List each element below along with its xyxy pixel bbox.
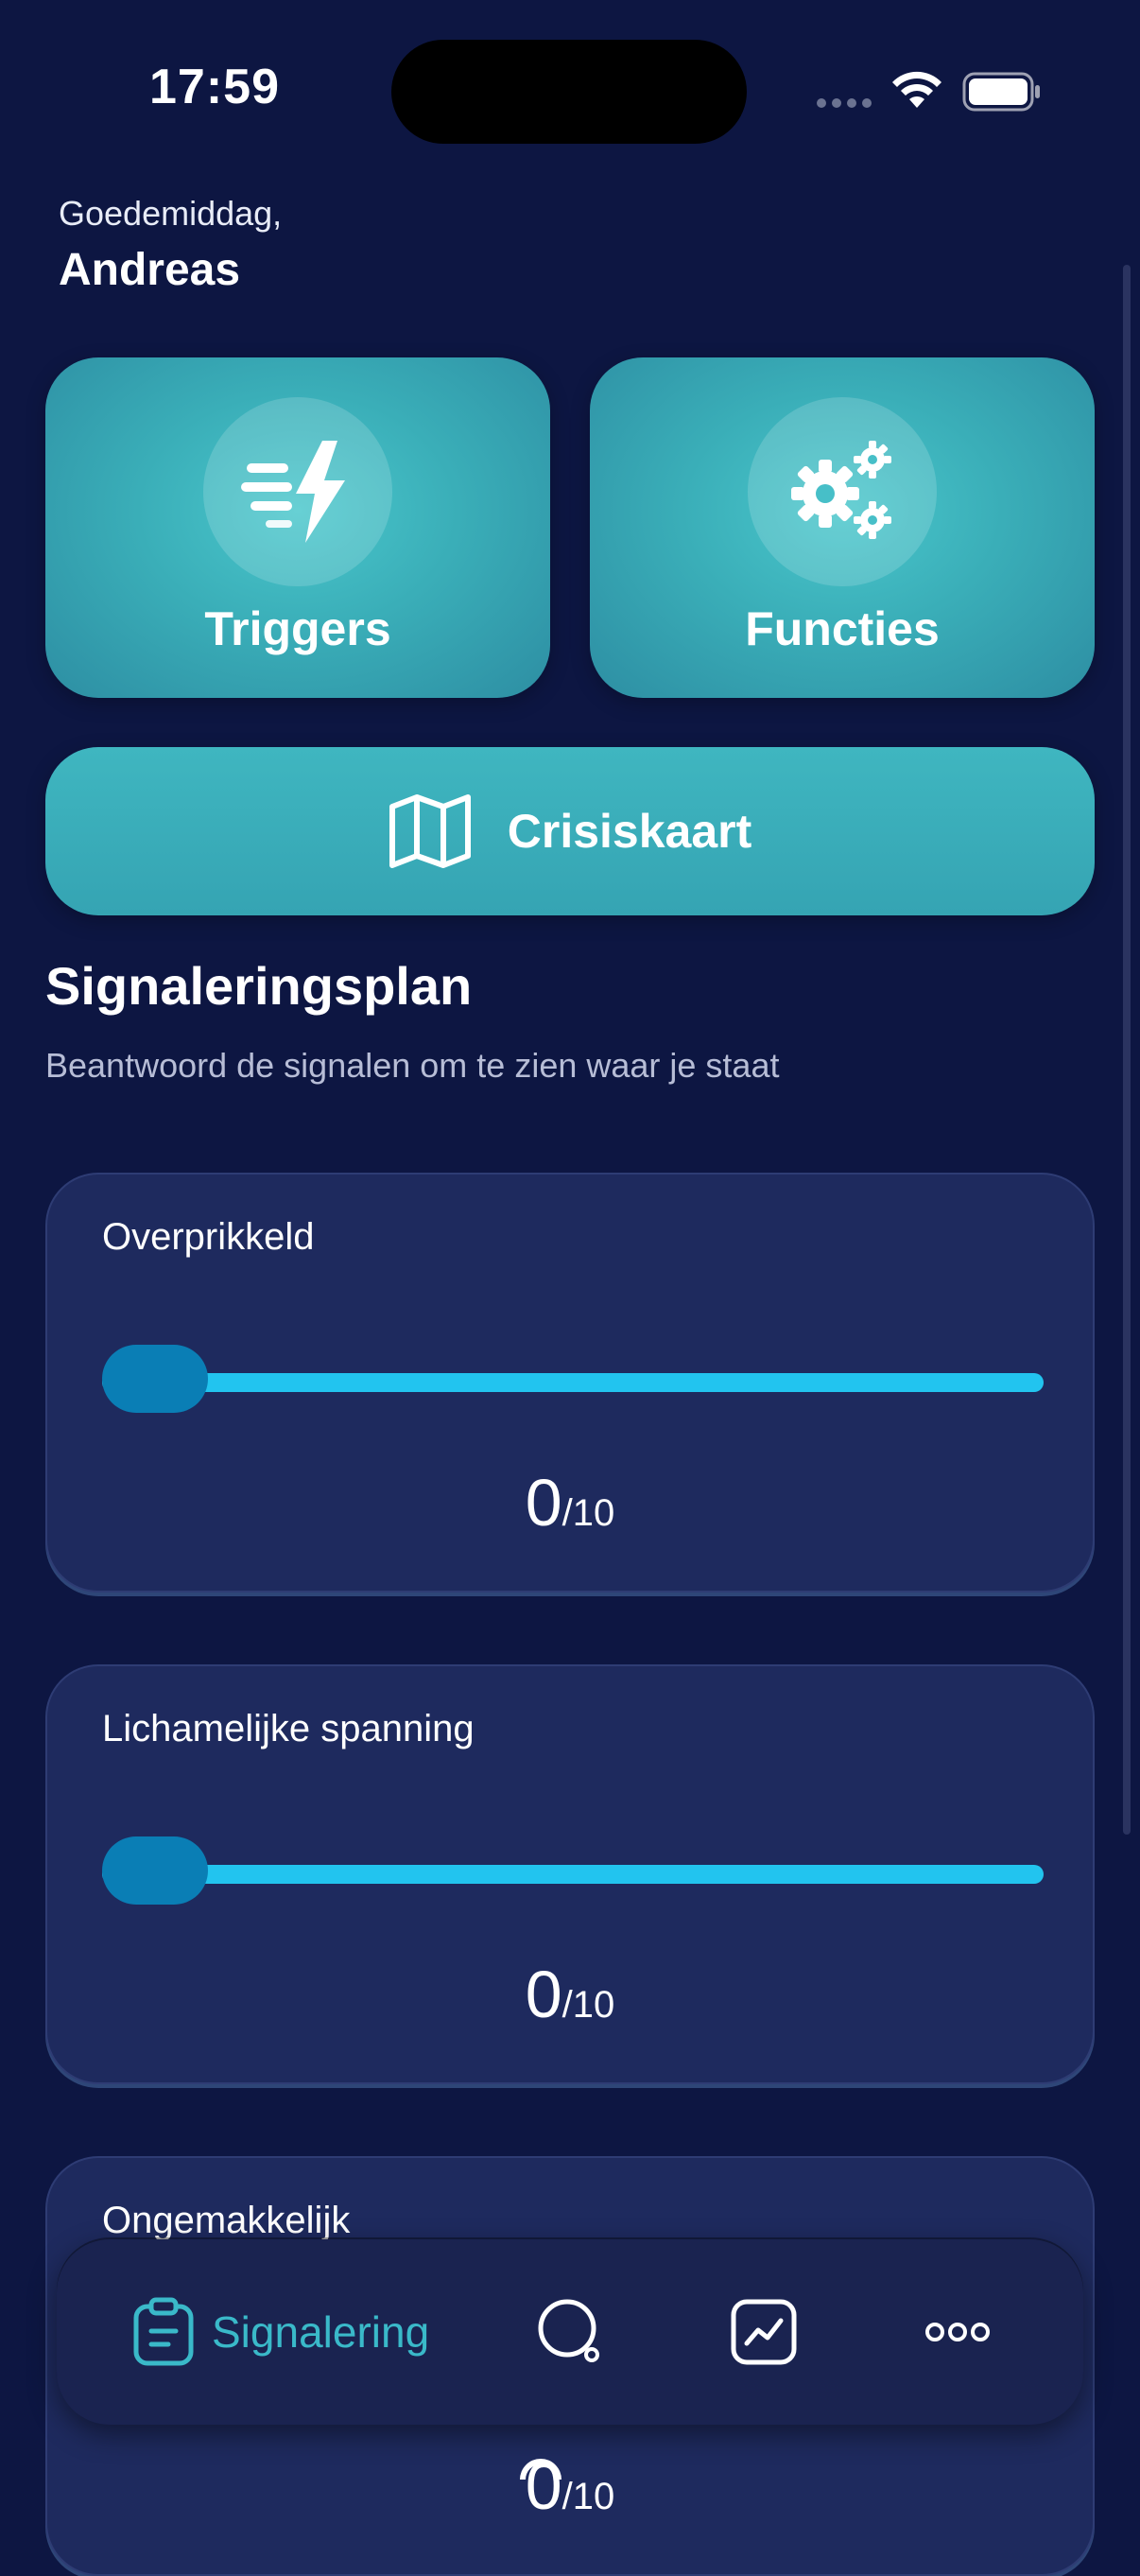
nav-chart[interactable]: [730, 2239, 798, 2425]
triggers-icon-circle: [203, 397, 392, 586]
signal-score-value: 0: [525, 1466, 562, 1540]
signal-card: Overprikkeld 0/10: [45, 1173, 1095, 1593]
nav-signalering[interactable]: Signalering: [132, 2239, 429, 2425]
section-title: Signaleringsplan: [45, 956, 473, 1016]
more-icon: [925, 2323, 990, 2341]
triggers-tile[interactable]: Triggers: [45, 357, 550, 698]
section-subtitle: Beantwoord de signalen om te zien waar j…: [45, 1046, 780, 1085]
dynamic-island: [391, 40, 747, 144]
signal-slider-track[interactable]: [102, 1865, 1044, 1884]
functies-icon-circle: [748, 397, 937, 586]
signal-card: Lichamelijke spanning 0/10: [45, 1664, 1095, 2084]
nav-search[interactable]: [535, 2239, 607, 2425]
lightning-speed-icon: [241, 441, 345, 543]
signal-label: Lichamelijke spanning: [102, 1708, 475, 1749]
functies-label: Functies: [745, 602, 940, 655]
bottom-navigation: Signalering: [57, 2239, 1083, 2425]
signal-label: Overprikkeld: [102, 1216, 315, 1258]
cellular-signal-icon: [817, 98, 872, 108]
battery-icon: [962, 72, 1040, 112]
gears-icon: [791, 441, 891, 539]
map-icon: [389, 794, 471, 868]
chart-icon: [731, 2299, 797, 2365]
signal-score-value: 0: [525, 1958, 562, 2031]
signal-score: 0/10: [47, 1961, 1093, 2028]
clipboard-icon: [133, 2297, 194, 2366]
signal-slider-thumb[interactable]: [102, 1345, 208, 1413]
search-icon: [538, 2299, 599, 2362]
signal-score: 0/10: [47, 2453, 1093, 2519]
crisiskaart-button[interactable]: Crisiskaart: [45, 747, 1095, 915]
signal-score: 0/10: [47, 1470, 1093, 1536]
nav-signalering-label: Signalering: [212, 2307, 430, 2357]
user-name: Andreas: [59, 245, 241, 295]
signal-slider-track[interactable]: [102, 1373, 1044, 1392]
signal-score-max: /10: [561, 1984, 615, 2026]
functies-tile[interactable]: Functies: [590, 357, 1095, 698]
triggers-label: Triggers: [204, 602, 391, 655]
nav-more[interactable]: [924, 2239, 991, 2425]
greeting-text: Goedemiddag,: [59, 194, 283, 233]
status-time: 17:59: [149, 60, 280, 114]
wifi-icon: [892, 71, 941, 108]
crisiskaart-label: Crisiskaart: [507, 805, 752, 858]
scroll-indicator[interactable]: [1123, 265, 1131, 1835]
signal-score-max: /10: [561, 2476, 615, 2517]
signal-label: Ongemakkelijk: [102, 2200, 351, 2241]
signal-slider-thumb[interactable]: [102, 1836, 208, 1905]
signal-score-max: /10: [561, 1492, 615, 1534]
